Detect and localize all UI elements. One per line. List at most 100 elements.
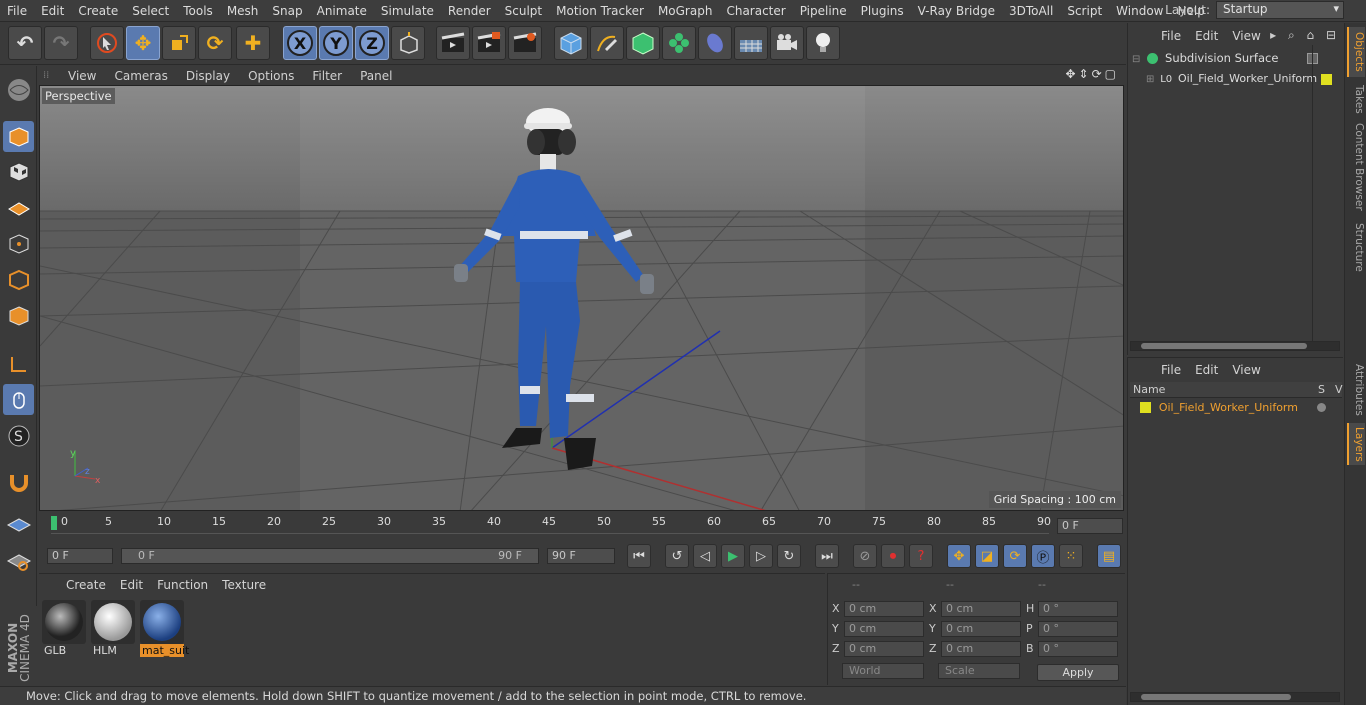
menu-edit[interactable]: Edit <box>34 4 71 18</box>
tab-objects[interactable]: Objects <box>1347 27 1365 77</box>
coordinate-mode-dropdown[interactable]: Scale <box>938 663 1020 679</box>
layer-menu-edit[interactable]: Edit <box>1188 363 1225 377</box>
render-settings-icon[interactable] <box>508 26 542 60</box>
go-to-end-icon[interactable]: ⏭ <box>815 544 839 568</box>
coordinate-space-dropdown[interactable]: World <box>842 663 924 679</box>
object-menu-view[interactable]: View <box>1225 29 1267 43</box>
workplane-mode-icon[interactable] <box>3 191 34 222</box>
material-menu-create[interactable]: Create <box>59 578 113 592</box>
viewport-menu-cameras[interactable]: Cameras <box>105 69 176 83</box>
viewport-menu-panel[interactable]: Panel <box>351 69 401 83</box>
workplane-lock-icon[interactable] <box>3 510 34 541</box>
menu-window[interactable]: Window <box>1109 4 1170 18</box>
rotate-tool-icon[interactable]: ⟳ <box>198 26 232 60</box>
menu-sculpt[interactable]: Sculpt <box>498 4 549 18</box>
preview-range-slider[interactable]: 0 F 90 F <box>121 548 539 564</box>
layer-menu-file[interactable]: File <box>1154 363 1188 377</box>
redo-button[interactable]: ↷ <box>44 26 78 60</box>
menu-snap[interactable]: Snap <box>265 4 309 18</box>
play-icon[interactable]: ▶ <box>721 544 745 568</box>
record-rotation-icon[interactable]: ⟳ <box>1003 544 1027 568</box>
cloner-icon[interactable] <box>662 26 696 60</box>
menu-create[interactable]: Create <box>71 4 125 18</box>
z-axis-lock-button[interactable]: Z <box>355 26 389 60</box>
make-editable-icon[interactable] <box>3 74 34 105</box>
material-menu-texture[interactable]: Texture <box>215 578 273 592</box>
viewport-menu-view[interactable]: View <box>59 69 105 83</box>
playhead-marker[interactable] <box>51 516 57 530</box>
perspective-viewport[interactable]: y z x Perspective Grid Spacing : 100 cm <box>39 85 1124 511</box>
tab-attributes[interactable]: Attributes <box>1347 361 1365 419</box>
tab-layers[interactable]: Layers <box>1347 423 1365 465</box>
record-position-icon[interactable]: ✥ <box>947 544 971 568</box>
menu-character[interactable]: Character <box>719 4 792 18</box>
tab-content-browser[interactable]: Content Browser <box>1347 121 1365 213</box>
record-parameter-icon[interactable]: Ⓟ <box>1031 544 1055 568</box>
viewport-menu-options[interactable]: Options <box>239 69 303 83</box>
apply-button[interactable]: Apply <box>1037 664 1119 681</box>
layer-name[interactable]: Oil_Field_Worker_Uniform <box>1159 401 1298 414</box>
menu-animate[interactable]: Animate <box>310 4 374 18</box>
column-name[interactable]: Name <box>1133 383 1165 396</box>
move-tool-icon[interactable]: ✥ <box>126 26 160 60</box>
cube-primitive-icon[interactable] <box>554 26 588 60</box>
rotation-h-field[interactable]: 0 ° <box>1038 601 1118 617</box>
polygons-mode-icon[interactable] <box>3 300 34 331</box>
size-x-field[interactable]: 0 cm <box>941 601 1021 617</box>
edges-mode-icon[interactable] <box>3 264 34 295</box>
auto-keying-icon[interactable]: ⏺ <box>881 544 905 568</box>
points-mode-icon[interactable] <box>3 228 34 259</box>
camera-icon[interactable] <box>770 26 804 60</box>
menu-mesh[interactable]: Mesh <box>220 4 266 18</box>
coordinate-system-icon[interactable] <box>391 26 425 60</box>
object-row-uniform[interactable]: ⊞ L0 Oil_Field_Worker_Uniform <box>1146 71 1340 89</box>
menu-file[interactable]: File <box>0 4 34 18</box>
tree-expand-icon[interactable]: ⊞ <box>1146 74 1154 85</box>
object-search-icon[interactable]: ▸ ⌕ ⌂ ⊟ <box>1270 28 1340 43</box>
next-frame-icon[interactable]: ▷ <box>749 544 773 568</box>
tab-structure[interactable]: Structure <box>1347 219 1365 275</box>
layer-menu-view[interactable]: View <box>1225 363 1267 377</box>
pen-spline-icon[interactable] <box>590 26 624 60</box>
menu-plugins[interactable]: Plugins <box>854 4 911 18</box>
size-y-field[interactable]: 0 cm <box>941 621 1021 637</box>
next-key-icon[interactable]: ↻ <box>777 544 801 568</box>
snap-icon[interactable]: S <box>3 420 34 451</box>
axis-mode-icon[interactable] <box>3 348 34 379</box>
deformer-icon[interactable] <box>698 26 732 60</box>
layer-solo-toggle[interactable] <box>1317 403 1326 412</box>
timeline-window-icon[interactable]: ▤ <box>1097 544 1121 568</box>
tree-expand-icon[interactable]: ⊟ <box>1132 54 1140 65</box>
viewport-menu-display[interactable]: Display <box>177 69 239 83</box>
undo-button[interactable]: ↶ <box>8 26 42 60</box>
material-swatch-glb[interactable]: GLB <box>42 600 86 657</box>
record-key-icon[interactable]: ⊘ <box>853 544 877 568</box>
render-picture-viewer-icon[interactable] <box>472 26 506 60</box>
light-icon[interactable] <box>806 26 840 60</box>
menu-simulate[interactable]: Simulate <box>374 4 441 18</box>
tab-takes[interactable]: Takes <box>1347 81 1365 117</box>
position-y-field[interactable]: 0 cm <box>844 621 924 637</box>
scale-tool-icon[interactable] <box>162 26 196 60</box>
material-menu-function[interactable]: Function <box>150 578 215 592</box>
select-arrow-icon[interactable] <box>90 26 124 60</box>
layout-dropdown[interactable]: Startup <box>1216 1 1344 19</box>
menu-pipeline[interactable]: Pipeline <box>793 4 854 18</box>
end-frame-field[interactable]: 90 F <box>547 548 615 564</box>
transform-tool-icon[interactable]: ✚ <box>236 26 270 60</box>
x-axis-lock-button[interactable]: X <box>283 26 317 60</box>
menu-mograph[interactable]: MoGraph <box>651 4 720 18</box>
y-axis-lock-button[interactable]: Y <box>319 26 353 60</box>
go-to-start-icon[interactable]: ⏮ <box>627 544 651 568</box>
menu-script[interactable]: Script <box>1060 4 1109 18</box>
material-swatch-hlm[interactable]: HLM <box>91 600 135 657</box>
timeline-ruler[interactable]: 0 5 10 15 20 25 30 35 40 45 50 55 60 65 … <box>39 512 1126 538</box>
magnet-icon[interactable] <box>3 466 34 497</box>
record-scale-icon[interactable]: ◪ <box>975 544 999 568</box>
size-z-field[interactable]: 0 cm <box>941 641 1021 657</box>
model-mode-icon[interactable] <box>3 121 34 152</box>
menu-vray-bridge[interactable]: V-Ray Bridge <box>911 4 1002 18</box>
column-visible[interactable]: V <box>1335 383 1343 396</box>
position-z-field[interactable]: 0 cm <box>844 641 924 657</box>
layer-row[interactable]: Oil_Field_Worker_Uniform <box>1140 400 1342 416</box>
